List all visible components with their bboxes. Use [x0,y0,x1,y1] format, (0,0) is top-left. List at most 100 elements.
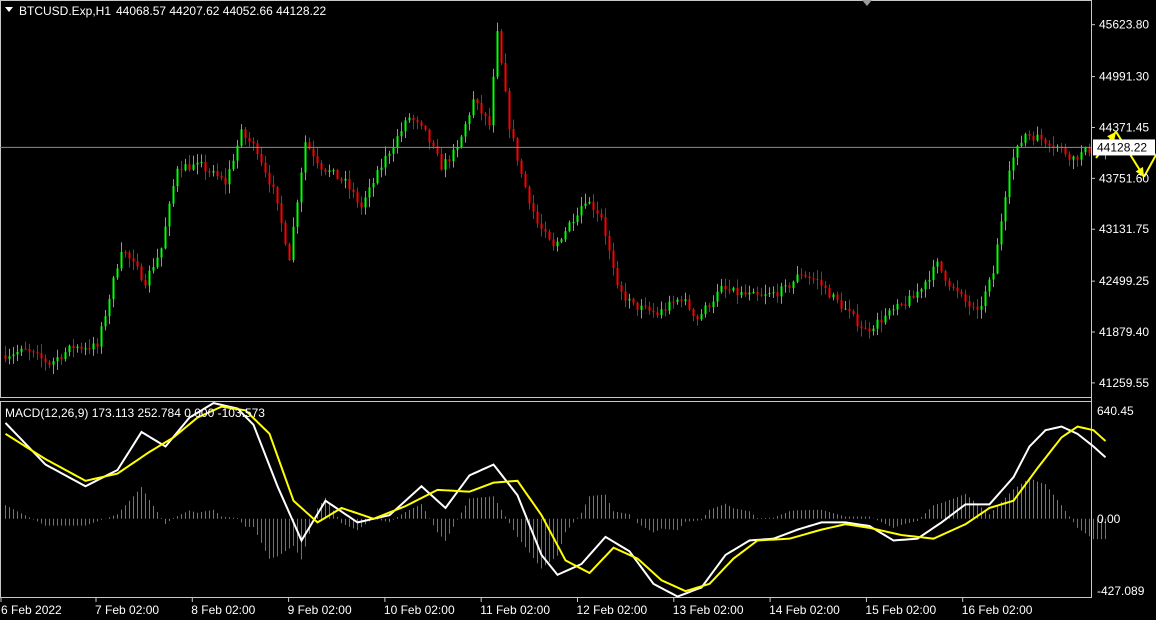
candle [480,95,483,121]
candle [748,285,751,301]
candle [604,208,607,245]
candle [912,290,915,299]
time-tick-label: 16 Feb 02:00 [962,603,1033,617]
candle [728,279,731,295]
candle [944,269,947,287]
candle [28,343,31,361]
macd-tick-label: 0.00 [1097,512,1121,526]
candle [32,349,35,358]
candle [296,199,299,234]
candle [124,249,127,258]
candle [108,294,111,325]
candle [116,263,119,280]
price-tick-label: 41259.55 [1099,376,1149,390]
time-tick-label: 12 Feb 02:00 [577,603,648,617]
candle [384,146,387,176]
candle [680,295,683,308]
candle [84,342,87,356]
candle [24,341,27,351]
candle [968,295,971,316]
dropdown-triangle-icon[interactable] [5,7,13,12]
candle [60,353,63,365]
candle [300,167,303,213]
candle [808,271,811,285]
candle [1052,136,1055,156]
candle [176,165,179,193]
candle [564,227,567,242]
candle [752,288,755,294]
candle [80,342,83,354]
candle [416,116,419,130]
candle [152,258,155,274]
candle [96,338,99,354]
candle [356,187,359,208]
candle [264,155,267,178]
candle [908,290,911,308]
candle [228,160,231,194]
candle [212,165,215,177]
candle [288,242,291,261]
candle [732,286,735,293]
candle [144,273,147,289]
macd-panel-border [0,401,1092,598]
candle [72,338,75,358]
candle [664,302,667,317]
candle [900,302,903,307]
candle [208,168,211,178]
candle [204,154,207,180]
candle [820,271,823,296]
candle [756,286,759,302]
price-tick-label: 42499.25 [1099,274,1149,288]
candle [804,271,807,279]
candle [956,280,959,299]
macd-label: MACD(12,26,9) 173.113 252.784 0.000 -103… [5,406,265,420]
macd-layer [4,402,1107,598]
candle [640,299,643,319]
candle [468,112,471,131]
candle [832,292,835,301]
candle [984,285,987,313]
scroll-marker-icon[interactable] [862,0,872,6]
candle [464,121,467,143]
candle [492,68,495,133]
candle [716,283,719,307]
candle [308,137,311,151]
candle [244,126,247,145]
candle [512,119,515,142]
candle [532,194,535,219]
candle [440,147,443,171]
candle [692,307,695,322]
candle [500,28,503,65]
candle [792,280,795,294]
candle [172,179,175,207]
candle [272,175,275,195]
candle [252,137,255,151]
candle [676,297,679,305]
candle [992,265,995,288]
candle [856,304,859,332]
candle [352,182,355,199]
candle [708,302,711,312]
candle [964,289,967,308]
candles-layer [0,22,1107,374]
price-tick-label: 44991.30 [1099,70,1149,84]
candle [596,201,599,222]
candle [224,168,227,195]
candle [280,195,283,232]
candle [712,295,715,314]
candle [1024,132,1027,147]
candle [376,166,379,185]
candle [1036,126,1039,142]
candle [1032,131,1035,146]
candle [504,53,507,93]
candle [448,155,451,169]
candle [516,137,519,166]
candle [552,232,555,251]
candle [348,170,351,199]
time-tick-label: 15 Feb 02:00 [865,603,936,617]
trading-chart[interactable]: 45623.80 44991.30 44371.45 43751.60 43131.75… [0,0,1156,620]
candle [588,197,591,205]
candle [904,295,907,310]
time-tick-label: 13 Feb 02:00 [673,603,744,617]
candle [868,322,871,339]
